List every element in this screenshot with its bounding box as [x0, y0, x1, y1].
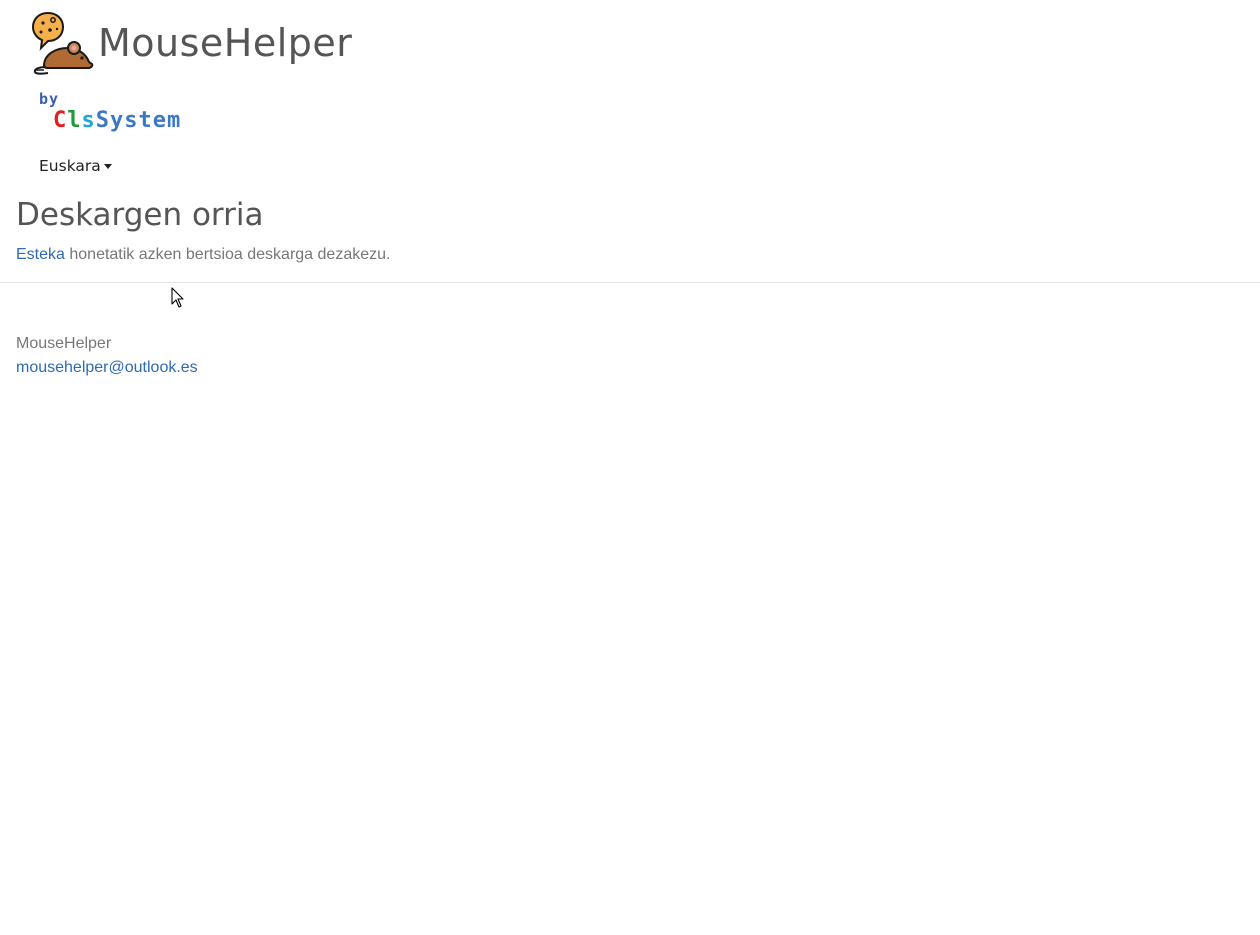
- byline-prefix: by: [39, 90, 60, 108]
- language-dropdown[interactable]: Euskara: [39, 157, 112, 175]
- brand-name: MouseHelper: [98, 21, 353, 65]
- caret-down-icon: [103, 164, 112, 169]
- footer-app-name: MouseHelper: [16, 335, 112, 352]
- page-title: Deskargen orria: [16, 197, 264, 233]
- company-name-letter-c: C: [53, 108, 68, 133]
- mouse-logo-icon: [30, 10, 96, 76]
- company-byline-logo: by ClsSystem: [39, 90, 181, 134]
- download-intro-text: Esteka honetatik azken bertsioa deskarga…: [16, 245, 390, 265]
- company-name-letter-l: l: [67, 108, 82, 133]
- footer-divider: [0, 282, 1260, 283]
- brand-home-link[interactable]: MouseHelper: [30, 10, 352, 76]
- footer-email-link[interactable]: mousehelper@outlook.es: [16, 358, 198, 378]
- language-selected-label: Euskara: [39, 157, 101, 175]
- download-link[interactable]: Esteka: [16, 246, 65, 263]
- company-name: ClsSystem: [53, 108, 181, 134]
- download-intro-rest: honetatik azken bertsioa deskarga dezake…: [64, 246, 391, 263]
- company-name-system: System: [95, 108, 182, 133]
- company-name-letter-s: s: [81, 108, 96, 133]
